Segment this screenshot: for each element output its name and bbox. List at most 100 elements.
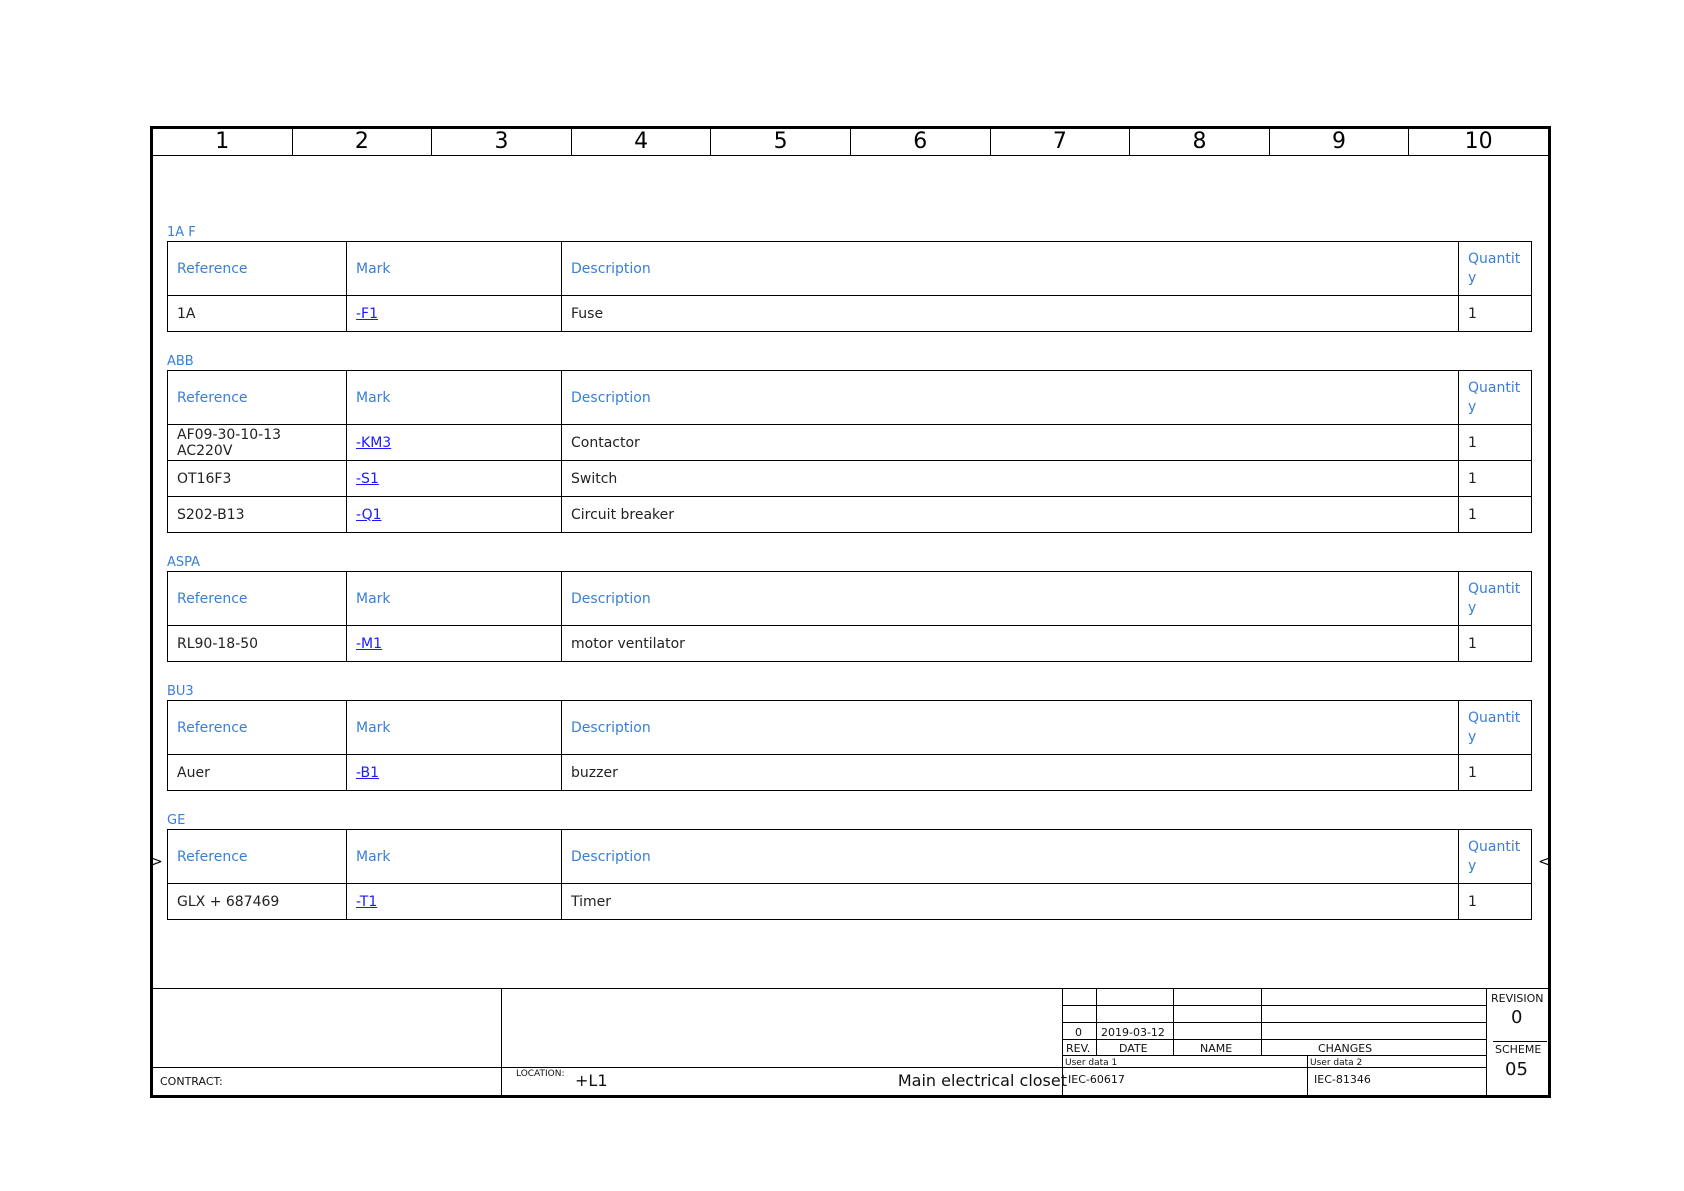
quantity-header-line-2: y: [1468, 599, 1477, 616]
ruler-column-8: 8: [1130, 129, 1270, 155]
mark-header: Mark: [346, 700, 562, 755]
name-column-header: NAME: [1200, 1042, 1233, 1055]
quantity-header-line-2: y: [1468, 728, 1477, 745]
reference-cell: AF09-30-10-13 AC220V: [167, 424, 347, 461]
mark-cell: -F1: [346, 295, 562, 332]
group-title: 1A F: [167, 225, 196, 240]
bom-table: Reference Mark Description Quantit y RL90-18-…: [167, 571, 1532, 662]
mark-cell: -S1: [346, 460, 562, 497]
mark-cell: -T1: [346, 883, 562, 920]
mark-link[interactable]: -T1: [356, 894, 377, 910]
quantity-cell: 1: [1458, 460, 1532, 497]
contract-label: CONTRACT:: [160, 1075, 223, 1088]
table-row: Auer -B1 buzzer 1: [167, 754, 1532, 791]
table-row: GLX + 687469 -T1 Timer 1: [167, 883, 1532, 920]
quantity-cell: 1: [1458, 625, 1532, 662]
user-data-1-value: IEC-60617: [1068, 1073, 1125, 1086]
mark-link[interactable]: -M1: [356, 636, 382, 652]
quantity-header-line-2: y: [1468, 398, 1477, 415]
column-ruler: 1 2 3 4 5 6 7 8 9 10: [153, 129, 1548, 156]
description-header: Description: [561, 571, 1459, 626]
date-column-header: DATE: [1119, 1042, 1148, 1055]
ruler-column-6: 6: [851, 129, 991, 155]
table-row: RL90-18-50 -M1 motor ventilator 1: [167, 625, 1532, 662]
ruler-column-9: 9: [1270, 129, 1410, 155]
reference-cell: GLX + 687469: [167, 883, 347, 920]
quantity-header-line-1: Quantit: [1468, 379, 1521, 396]
bill-of-materials: 1A F Reference Mark Description Quantit y 1A -F…: [167, 225, 1532, 942]
reference-header: Reference: [167, 829, 347, 884]
user-data-2-value: IEC-81346: [1314, 1073, 1371, 1086]
table-row: S202-B13 -Q1 Circuit breaker 1: [167, 496, 1532, 533]
description-cell: Contactor: [561, 424, 1459, 461]
quantity-cell: 1: [1458, 496, 1532, 533]
description-header: Description: [561, 241, 1459, 296]
location-description: Main electrical closet: [897, 1071, 1067, 1090]
description-cell: Switch: [561, 460, 1459, 497]
ruler-column-4: 4: [572, 129, 712, 155]
title-block: CONTRACT: LOCATION: +L1 Main electrical …: [153, 988, 1548, 1095]
scheme-value: 05: [1505, 1059, 1528, 1080]
ruler-column-10: 10: [1464, 129, 1493, 154]
ruler-column-7: 7: [991, 129, 1131, 155]
user-data-2-label: User data 2: [1310, 1058, 1363, 1068]
bom-table: Reference Mark Description Quantit y 1A -F1 Fus…: [167, 241, 1532, 332]
location-label: LOCATION:: [516, 1069, 565, 1079]
mark-link[interactable]: -S1: [356, 471, 379, 487]
mark-cell: -Q1: [346, 496, 562, 533]
revision-row-date: 2019-03-12: [1101, 1026, 1165, 1039]
description-cell: Circuit breaker: [561, 496, 1459, 533]
ruler-column-2: 2: [293, 129, 433, 155]
mark-link[interactable]: -Q1: [356, 507, 382, 523]
rev-column-header: REV.: [1066, 1042, 1091, 1055]
mark-header: Mark: [346, 829, 562, 884]
description-cell: motor ventilator: [561, 625, 1459, 662]
mark-header: Mark: [346, 370, 562, 425]
bom-table: Reference Mark Description Quantit y AF09-30-…: [167, 370, 1532, 533]
quantity-header: Quantit y: [1458, 571, 1532, 626]
reference-cell: S202-B13: [167, 496, 347, 533]
revision-value: 0: [1511, 1007, 1523, 1028]
ruler-column-5: 5: [711, 129, 851, 155]
changes-column-header: CHANGES: [1318, 1042, 1373, 1055]
reference-header: Reference: [167, 571, 347, 626]
user-data-1-label: User data 1: [1065, 1058, 1118, 1068]
left-margin-arrow: >: [151, 854, 163, 870]
group-title: BU3: [167, 684, 194, 699]
quantity-header-line-1: Quantit: [1468, 838, 1521, 855]
quantity-header-line-2: y: [1468, 269, 1477, 286]
reference-header: Reference: [167, 241, 347, 296]
quantity-cell: 1: [1458, 754, 1532, 791]
table-header-row: Reference Mark Description Quantit y: [167, 700, 1532, 755]
reference-cell: 1A: [167, 295, 347, 332]
quantity-header-line-1: Quantit: [1468, 709, 1521, 726]
reference-cell: Auer: [167, 754, 347, 791]
quantity-header: Quantit y: [1458, 829, 1532, 884]
description-header: Description: [561, 700, 1459, 755]
mark-cell: -KM3: [346, 424, 562, 461]
bom-table: Reference Mark Description Quantit y GLX + 68…: [167, 829, 1532, 920]
quantity-header: Quantit y: [1458, 700, 1532, 755]
mark-cell: -M1: [346, 625, 562, 662]
description-header: Description: [561, 370, 1459, 425]
reference-header: Reference: [167, 700, 347, 755]
quantity-header: Quantit y: [1458, 370, 1532, 425]
table-header-row: Reference Mark Description Quantit y: [167, 571, 1532, 626]
reference-header: Reference: [167, 370, 347, 425]
mark-header: Mark: [346, 571, 562, 626]
scheme-label: SCHEME: [1495, 1043, 1542, 1056]
mark-link[interactable]: -KM3: [356, 435, 391, 451]
quantity-header-line-2: y: [1468, 857, 1477, 874]
mark-link[interactable]: -F1: [356, 306, 378, 322]
group-title: ABB: [167, 354, 194, 369]
quantity-header-line-1: Quantit: [1468, 580, 1521, 597]
table-header-row: Reference Mark Description Quantit y: [167, 241, 1532, 296]
description-cell: buzzer: [561, 754, 1459, 791]
bom-table: Reference Mark Description Quantit y Auer -B1 b…: [167, 700, 1532, 791]
quantity-cell: 1: [1458, 883, 1532, 920]
description-header: Description: [561, 829, 1459, 884]
quantity-header: Quantit y: [1458, 241, 1532, 296]
mark-link[interactable]: -B1: [356, 765, 379, 781]
table-row: 1A -F1 Fuse 1: [167, 295, 1532, 332]
right-margin-arrow: <: [1538, 854, 1550, 870]
